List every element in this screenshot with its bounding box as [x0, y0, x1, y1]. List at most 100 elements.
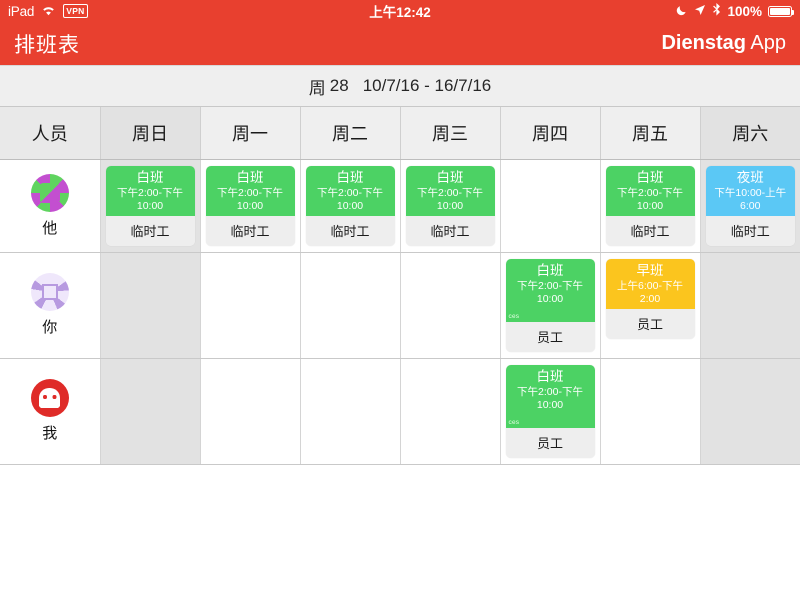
table-row: 他 白班 下午2:00-下午 10:00 临时工 白班 下午2:00-下午 10…	[0, 159, 800, 253]
shift-role: 临时工	[305, 215, 395, 246]
avatar	[30, 273, 69, 311]
schedule-cell-monday[interactable]	[200, 358, 301, 465]
table-row: 你 白班 下午2:00-下午 10:00 ces 员工 早班 上午6:00-下午…	[0, 252, 800, 359]
schedule-cell-monday[interactable]	[200, 252, 301, 359]
ghost-icon	[39, 388, 61, 410]
person-cell[interactable]: 你	[0, 252, 101, 359]
schedule-cell-saturday[interactable]	[700, 358, 800, 465]
shift-card[interactable]: 白班 下午2:00-下午 10:00 临时工	[205, 165, 295, 246]
page-title: 排班表	[14, 33, 80, 57]
schedule-cell-saturday[interactable]	[700, 252, 800, 359]
ios-status-bar: iPad VPN 上午12:42 100%	[0, 0, 800, 22]
brand-name: Dienstag	[661, 32, 746, 54]
shift-role: 临时工	[205, 215, 295, 246]
shift-title: 白班	[536, 368, 564, 384]
column-header-tuesday[interactable]: 周二	[300, 107, 401, 160]
schedule-cell-saturday[interactable]: 夜班 下午10:00-上午 6:00 临时工	[700, 159, 800, 253]
schedule-cell-thursday[interactable]: 白班 下午2:00-下午 10:00 ces 员工	[500, 252, 601, 359]
battery-percent-label: 100%	[727, 3, 762, 19]
shift-time: 下午2:00-下午 10:00	[517, 385, 583, 411]
bluetooth-icon	[712, 3, 721, 19]
shift-title: 早班	[636, 262, 664, 278]
shift-card[interactable]: 白班 下午2:00-下午 10:00 ces 员工	[505, 364, 595, 458]
schedule-cell-thursday[interactable]: 白班 下午2:00-下午 10:00 ces 员工	[500, 358, 601, 465]
shift-title: 白班	[436, 169, 464, 185]
table-row: 我 白班 下午2:00-下午 10:00 ces 员工	[0, 358, 800, 465]
schedule-cell-wednesday[interactable]	[400, 358, 501, 465]
shift-title: 白班	[336, 169, 364, 185]
shift-card[interactable]: 夜班 下午10:00-上午 6:00 临时工	[705, 165, 795, 246]
shift-role: 临时工	[705, 215, 795, 246]
app-brand: Dienstag App	[661, 32, 786, 55]
shift-role: 员工	[505, 321, 595, 352]
status-bar-left: iPad VPN	[8, 4, 88, 19]
wifi-icon	[41, 4, 56, 19]
column-header-wednesday[interactable]: 周三	[400, 107, 501, 160]
schedule-cell-friday[interactable]: 白班 下午2:00-下午 10:00 临时工	[600, 159, 701, 253]
shift-card[interactable]: 白班 下午2:00-下午 10:00 ces 员工	[505, 258, 595, 352]
location-arrow-icon	[694, 4, 706, 19]
schedule-cell-friday[interactable]: 早班 上午6:00-下午2:00 员工	[600, 252, 701, 359]
schedule-body: 他 白班 下午2:00-下午 10:00 临时工 白班 下午2:00-下午 10…	[0, 159, 800, 465]
shift-role: 员工	[605, 308, 695, 339]
person-name: 你	[42, 319, 58, 336]
schedule-cell-friday[interactable]	[600, 358, 701, 465]
shift-role: 临时工	[605, 215, 695, 246]
shift-time: 下午2:00-下午 10:00	[617, 186, 683, 212]
shift-card[interactable]: 白班 下午2:00-下午 10:00 临时工	[305, 165, 395, 246]
device-name-label: iPad	[8, 3, 35, 19]
shift-time: 下午2:00-下午 10:00	[117, 186, 183, 212]
schedule-table: 人员 周日 周一 周二 周三 周四 周五 周六 他 白班 下午2:00-下午 1…	[0, 107, 800, 465]
shift-title: 白班	[136, 169, 164, 185]
column-header-saturday[interactable]: 周六	[700, 107, 800, 160]
shift-role: 员工	[505, 427, 595, 458]
shift-title: 白班	[636, 169, 664, 185]
week-selector-bar[interactable]: 周 28 10/7/16 - 16/7/16	[0, 66, 800, 107]
person-name: 我	[42, 425, 58, 442]
person-cell[interactable]: 我	[0, 358, 101, 465]
shift-card[interactable]: 白班 下午2:00-下午 10:00 临时工	[605, 165, 695, 246]
status-bar-right: 100%	[676, 3, 795, 19]
shift-time: 下午10:00-上午 6:00	[714, 186, 787, 212]
person-cell[interactable]: 他	[0, 159, 101, 253]
column-header-friday[interactable]: 周五	[600, 107, 701, 160]
shift-time: 下午2:00-下午 10:00	[317, 186, 383, 212]
shift-role: 临时工	[405, 215, 495, 246]
schedule-cell-tuesday[interactable]	[300, 252, 401, 359]
shift-card[interactable]: 早班 上午6:00-下午2:00 员工	[605, 258, 695, 339]
column-header-person: 人员	[0, 107, 101, 160]
person-name: 他	[42, 219, 58, 237]
navigation-bar: 排班表 Dienstag App	[0, 22, 800, 66]
schedule-cell-sunday[interactable]: 白班 下午2:00-下午 10:00 临时工	[100, 159, 201, 253]
schedule-cell-monday[interactable]: 白班 下午2:00-下午 10:00 临时工	[200, 159, 301, 253]
shift-title: 夜班	[736, 169, 764, 185]
schedule-cell-tuesday[interactable]	[300, 358, 401, 465]
battery-icon	[768, 5, 795, 17]
shift-card[interactable]: 白班 下午2:00-下午 10:00 临时工	[405, 165, 495, 246]
avatar	[30, 173, 69, 212]
schedule-cell-sunday[interactable]	[100, 252, 201, 359]
week-label: 周	[308, 78, 326, 98]
schedule-cell-wednesday[interactable]: 白班 下午2:00-下午 10:00 临时工	[400, 159, 501, 253]
shift-time: 上午6:00-下午2:00	[617, 279, 683, 305]
avatar	[30, 379, 69, 417]
week-date-range: 10/7/16 - 16/7/16	[362, 76, 492, 95]
brand-suffix: App	[750, 32, 786, 54]
schedule-cell-wednesday[interactable]	[400, 252, 501, 359]
column-header-monday[interactable]: 周一	[200, 107, 301, 160]
shift-title: 白班	[236, 169, 264, 185]
schedule-cell-sunday[interactable]	[100, 358, 201, 465]
shift-time: 下午2:00-下午 10:00	[417, 186, 483, 212]
schedule-cell-tuesday[interactable]: 白班 下午2:00-下午 10:00 临时工	[300, 159, 401, 253]
shift-title: 白班	[536, 262, 564, 278]
shift-card[interactable]: 白班 下午2:00-下午 10:00 临时工	[105, 165, 195, 246]
table-header-row: 人员 周日 周一 周二 周三 周四 周五 周六	[0, 107, 800, 160]
shift-time: 下午2:00-下午 10:00	[217, 186, 283, 212]
moon-icon	[676, 4, 688, 19]
column-header-sunday[interactable]: 周日	[100, 107, 201, 160]
column-header-thursday[interactable]: 周四	[500, 107, 601, 160]
shift-time: 下午2:00-下午 10:00	[517, 279, 583, 305]
shift-note: ces	[508, 418, 520, 426]
schedule-cell-thursday[interactable]	[500, 159, 601, 253]
shift-note: ces	[508, 312, 520, 320]
